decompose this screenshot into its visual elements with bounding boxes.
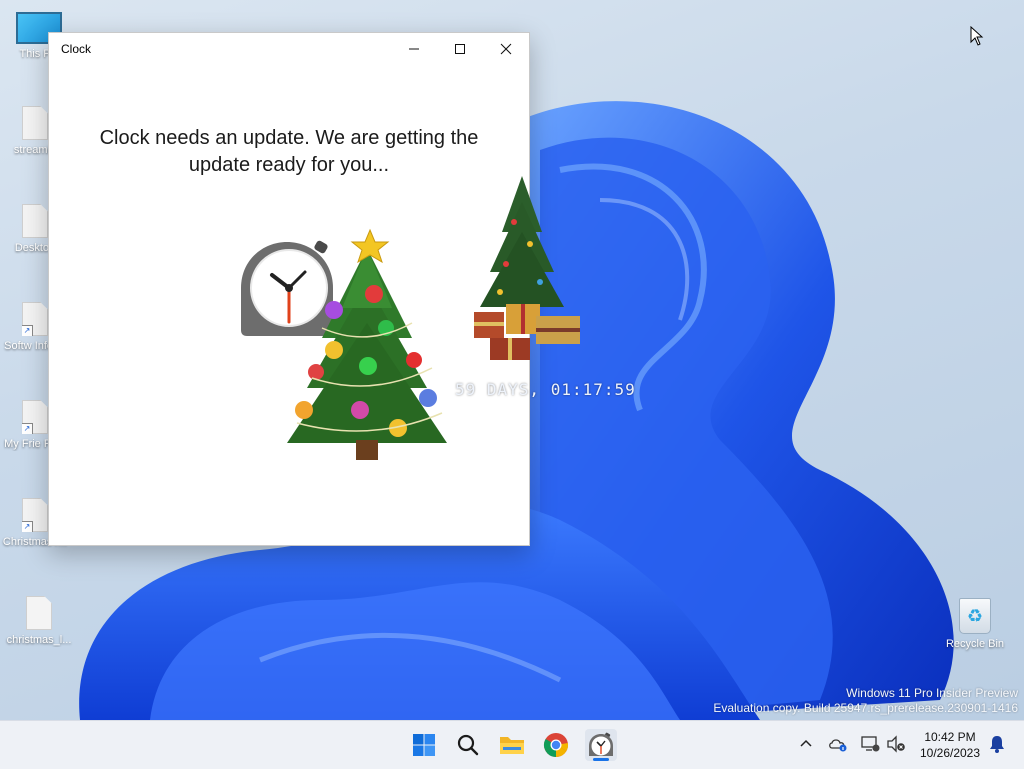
search-icon [457,734,479,756]
watermark-line-2: Evaluation copy. Build 25947.rs_prerelea… [713,701,1018,715]
shortcut-file-icon: ↗ [22,400,48,434]
minimize-icon [409,48,419,50]
evaluation-watermark: Windows 11 Pro Insider Preview Evaluatio… [713,686,1018,716]
update-message: Clock needs an update. We are getting th… [99,127,479,176]
shortcut-arrow-icon: ↗ [22,521,33,532]
stopwatch-icon [589,732,613,756]
network-icon [861,736,880,752]
file-icon [26,596,52,630]
christmas-countdown: 59 DAYS, 01:17:59 [455,380,636,399]
taskbar: 10:42 PM 10/26/2023 [0,720,1024,769]
cloud-info-icon [829,739,847,752]
recycle-bin-label: Recycle Bin [945,638,1005,650]
network-tray-button[interactable] [859,733,881,755]
chrome-icon [543,733,569,757]
active-app-indicator [593,758,609,761]
chrome-button[interactable] [540,729,572,761]
clock-app-button[interactable] [585,729,617,761]
notifications-button[interactable] [986,733,1008,755]
christmas-tree-gifts-icon [474,176,580,360]
taskbar-clock[interactable]: 10:42 PM 10/26/2023 [914,729,986,761]
window-titlebar[interactable]: Clock [49,33,529,65]
file-explorer-button[interactable] [496,729,528,761]
shortcut-arrow-icon: ↗ [22,423,33,434]
folder-icon [500,737,524,754]
close-button[interactable] [483,33,529,65]
search-button[interactable] [452,729,484,761]
speaker-muted-icon [887,735,905,753]
file-icon [22,106,48,140]
show-hidden-icons-button[interactable] [795,733,817,755]
file-icon [22,204,48,238]
christmas-tree-icon [287,228,447,460]
mouse-cursor-icon [970,26,984,46]
onedrive-tray-button[interactable] [827,733,849,755]
shortcut-arrow-icon: ↗ [22,325,33,336]
maximize-button[interactable] [437,33,483,65]
maximize-icon [455,44,465,54]
minimize-button[interactable] [391,33,437,65]
clock-time: 10:42 PM [924,730,976,744]
windows-start-icon [413,734,435,756]
chevron-up-icon [800,739,812,747]
bell-icon [990,736,1004,753]
clock-date: 10/26/2023 [919,746,981,760]
start-button[interactable] [408,729,440,761]
desktop-icon-label: christmas_l... [6,634,72,646]
shortcut-file-icon: ↗ [22,498,48,532]
close-icon [500,43,512,55]
volume-tray-button[interactable] [885,733,907,755]
desktop-icon-christmas-file[interactable]: christmas_l... [4,596,74,647]
recycle-bin-icon: ♻ [959,598,991,634]
watermark-line-1: Windows 11 Pro Insider Preview [846,686,1018,700]
shortcut-file-icon: ↗ [22,302,48,336]
window-title: Clock [61,42,92,56]
recycle-bin[interactable]: ♻ Recycle Bin [940,598,1010,650]
